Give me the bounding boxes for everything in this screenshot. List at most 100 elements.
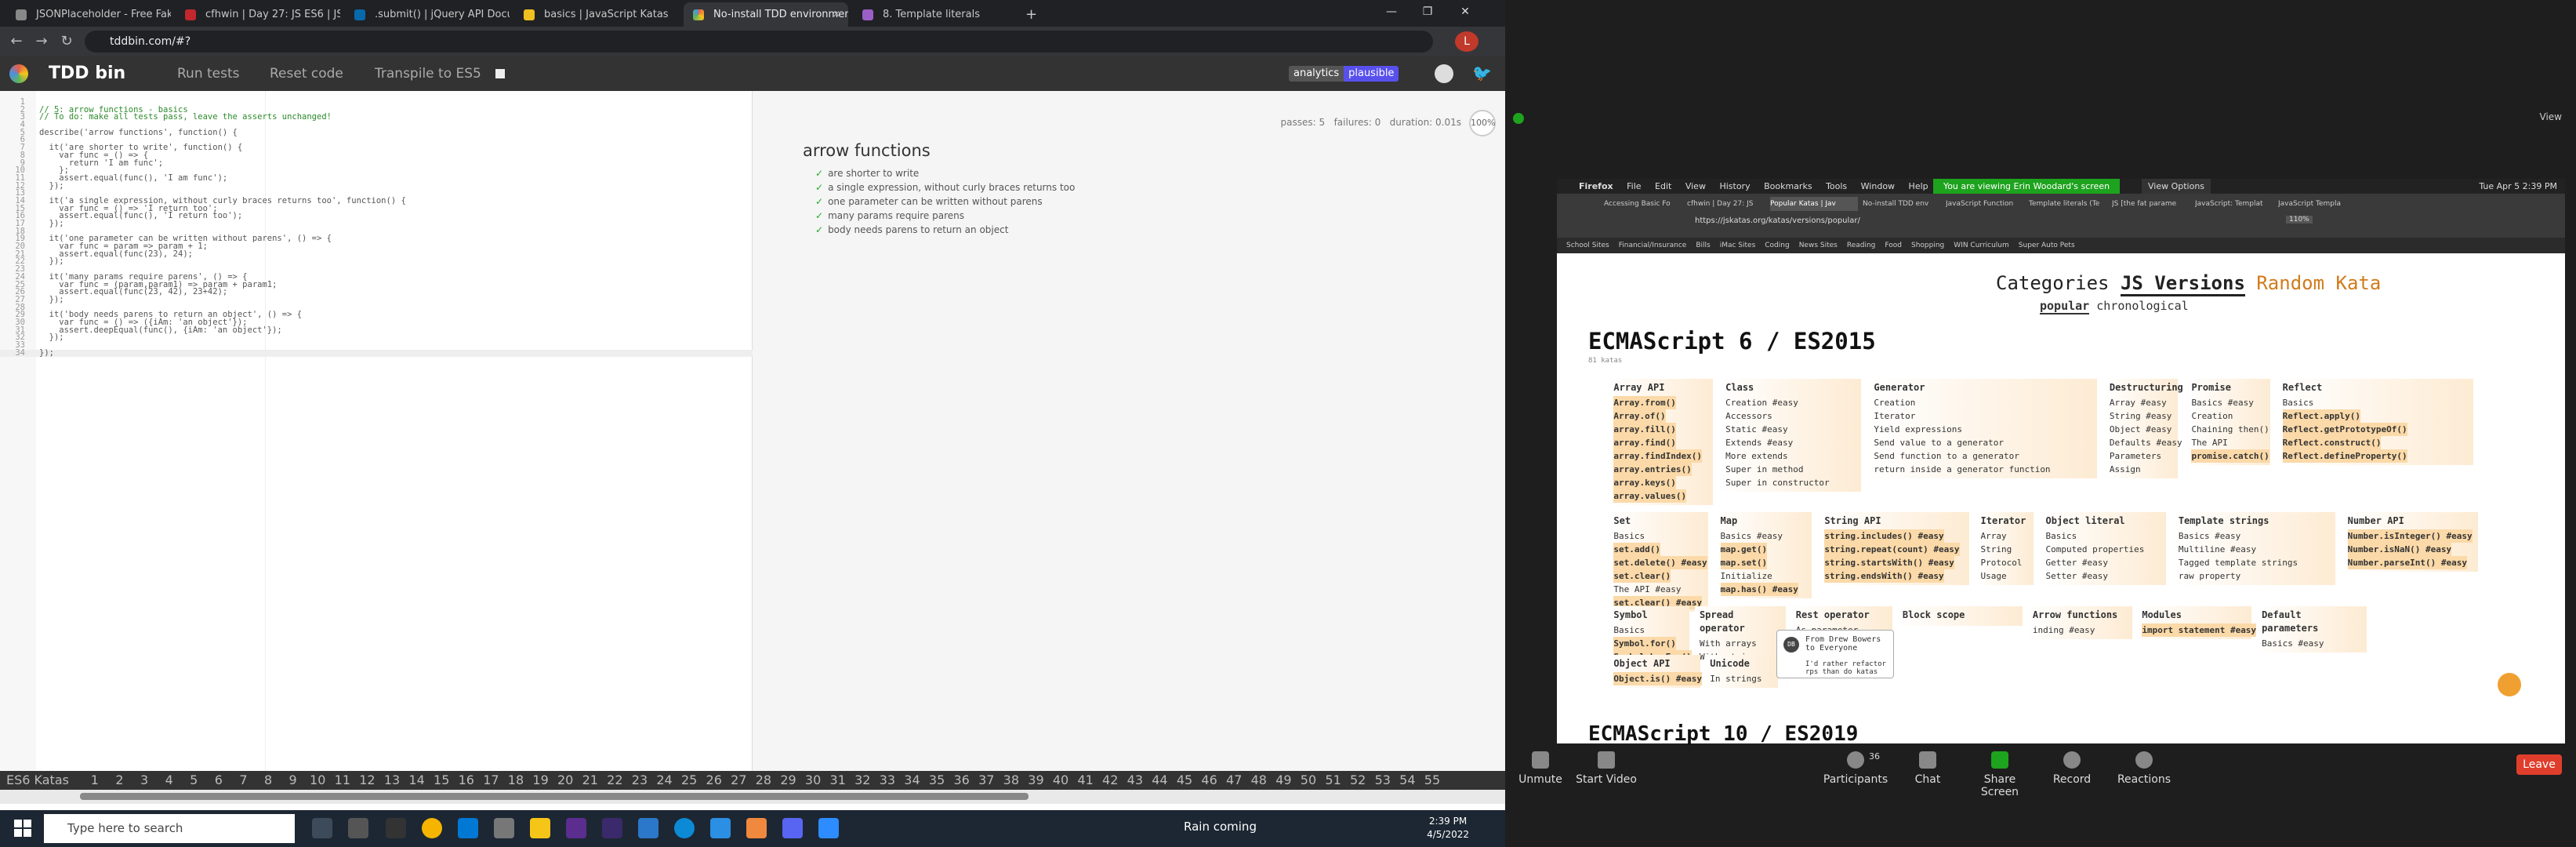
kata-link[interactable]: Creation #easy (1725, 398, 1798, 408)
kata-link[interactable]: Array (1981, 531, 2007, 541)
bookmark-item[interactable]: Coding (1765, 242, 1789, 249)
kata-link[interactable]: 36 (949, 771, 974, 790)
kata-link[interactable]: 9 (281, 771, 306, 790)
kata-link[interactable]: Tagged template strings (2179, 558, 2298, 568)
kata-link[interactable]: 20 (553, 771, 578, 790)
kata-link[interactable]: string.endsWith() #easy (1824, 569, 1944, 583)
kata-link[interactable]: 44 (1148, 771, 1173, 790)
kata-link[interactable]: array.findIndex() (1613, 449, 1702, 463)
nav-categories[interactable]: Categories (1996, 272, 2110, 294)
kata-link[interactable]: 26 (702, 771, 727, 790)
kata-link[interactable]: array.values() (1613, 489, 1687, 503)
kata-link[interactable]: 30 (800, 771, 825, 790)
kata-link[interactable]: string.includes() #easy (1824, 529, 1944, 543)
mac-menu-item[interactable]: Bookmarks (1764, 181, 1812, 191)
clock[interactable]: 2:39 PM 4/5/2022 (1427, 815, 1469, 842)
browser-tab-active[interactable]: No-install TDD environment ✕ (684, 2, 848, 27)
kata-link[interactable]: Creation (1874, 398, 1915, 408)
kata-link[interactable]: Extends #easy (1725, 438, 1793, 448)
new-tab-button[interactable]: + (1019, 2, 1043, 27)
kata-link[interactable]: More extends (1725, 451, 1787, 461)
app-icon[interactable] (348, 818, 368, 838)
kata-link[interactable]: import statement #easy (2142, 623, 2257, 637)
back-icon[interactable]: ← (6, 32, 27, 51)
kata-link[interactable]: Super in method (1725, 464, 1803, 474)
kata-link[interactable]: 40 (1048, 771, 1073, 790)
ff-tab[interactable]: JS [the fat parame (2112, 197, 2190, 211)
kata-link[interactable]: 34 (900, 771, 925, 790)
mac-menu-item[interactable]: Edit (1655, 181, 1671, 191)
weather-widget[interactable]: Rain coming (1184, 820, 1257, 834)
kata-link[interactable]: array.find() (1613, 436, 1676, 449)
kata-link[interactable]: 43 (1123, 771, 1148, 790)
kata-link[interactable]: Array.of() (1613, 409, 1666, 423)
kata-link[interactable]: 10 (305, 771, 330, 790)
kata-link[interactable]: 46 (1197, 771, 1222, 790)
forward-icon[interactable]: → (31, 32, 52, 51)
kata-link[interactable]: Basics #easy (2262, 638, 2324, 649)
bookmark-item[interactable]: Shopping (1911, 242, 1944, 249)
kata-link[interactable]: 13 (379, 771, 405, 790)
kata-link[interactable]: Basics #easy (2191, 398, 2253, 408)
kata-link[interactable]: Super in constructor (1725, 478, 1829, 488)
kata-link[interactable]: Object #easy (2110, 424, 2171, 434)
floating-action-icon[interactable] (2498, 673, 2521, 696)
kata-link[interactable]: Yield expressions (1874, 424, 1962, 434)
kata-link[interactable]: set.delete() #easy (1613, 556, 1707, 569)
kata-link[interactable]: 45 (1172, 771, 1197, 790)
kata-link[interactable]: inding #easy (2033, 625, 2095, 635)
kata-link[interactable]: 6 (206, 771, 231, 790)
kata-link[interactable]: Parameters (2110, 451, 2161, 461)
browser-tab[interactable]: .submit() | jQuery API Documenta (345, 2, 510, 27)
kata-link[interactable]: 33 (875, 771, 900, 790)
code-editor[interactable]: 1 2// 5: arrow functions - basics 3// To d… (0, 91, 753, 771)
profile-avatar[interactable]: L (1455, 31, 1478, 52)
mac-menu-item[interactable]: File (1627, 181, 1641, 191)
app-icon[interactable] (494, 818, 514, 838)
bookmark-item[interactable]: Bills (1696, 242, 1710, 249)
kata-link[interactable]: The API #easy (1613, 584, 1681, 594)
test-item[interactable]: ✓ many params require parens (815, 209, 1075, 223)
kata-link[interactable]: Initialize (1721, 571, 1772, 581)
kata-link[interactable]: 28 (751, 771, 776, 790)
kata-link[interactable]: The API (2191, 438, 2227, 448)
reactions-button[interactable]: Reactions (2109, 751, 2179, 786)
kata-link[interactable]: 5 (181, 771, 206, 790)
security-shield-icon[interactable] (1513, 113, 1524, 124)
kata-link[interactable]: 42 (1098, 771, 1123, 790)
kata-link[interactable]: 50 (1296, 771, 1321, 790)
kata-link[interactable]: return inside a generator function (1874, 464, 2050, 474)
vscode-icon[interactable] (710, 818, 731, 838)
kata-link[interactable]: 15 (429, 771, 454, 790)
unmute-button[interactable]: Unmute (1505, 751, 1576, 786)
close-window-icon[interactable]: ✕ (1447, 0, 1483, 24)
taskbar-search-input[interactable]: Type here to search (44, 814, 295, 843)
kata-link[interactable]: promise.catch() (2191, 449, 2269, 463)
browser-tab[interactable]: JSONPlaceholder - Free Fake REST (6, 2, 171, 27)
restore-icon[interactable]: ❐ (1410, 0, 1446, 24)
bookmark-item[interactable]: Reading (1847, 242, 1876, 249)
kata-link[interactable]: With arrays (1700, 638, 1757, 649)
ff-tab[interactable]: JavaScript: Templat (2195, 197, 2273, 211)
test-item[interactable]: ✓ one parameter can be written without pa… (815, 194, 1075, 209)
kata-link[interactable]: Reflect.defineProperty() (2282, 449, 2407, 463)
kata-link[interactable]: string.startsWith() #easy (1824, 556, 1954, 569)
kata-link[interactable]: map.set() (1720, 556, 1768, 569)
kata-link[interactable]: set.clear() (1613, 569, 1671, 583)
bookmark-item[interactable]: News Sites (1799, 242, 1838, 249)
bookmark-item[interactable]: WIN Curriculum (1954, 242, 2009, 249)
kata-link[interactable]: array.fill() (1613, 423, 1676, 436)
zoom-icon[interactable] (818, 818, 839, 838)
kata-link[interactable]: 32 (851, 771, 876, 790)
ff-tab[interactable]: No-install TDD env (1863, 197, 1941, 211)
kata-link[interactable]: 52 (1345, 771, 1370, 790)
kata-link[interactable]: Multiline #easy (2179, 544, 2256, 554)
horizontal-scrollbar[interactable] (0, 790, 1505, 804)
browser-tab[interactable]: cfhwin | Day 27: JS ES6 | JS kata (176, 2, 340, 27)
transpile-button[interactable]: Transpile to ES5 (375, 56, 481, 91)
ff-tab[interactable]: JavaScript Function (1946, 197, 2024, 211)
kata-link[interactable]: Iterator (1874, 411, 1915, 421)
kata-link[interactable]: Basics (1613, 531, 1645, 541)
kata-link[interactable]: 12 (355, 771, 380, 790)
app-icon[interactable] (386, 818, 406, 838)
